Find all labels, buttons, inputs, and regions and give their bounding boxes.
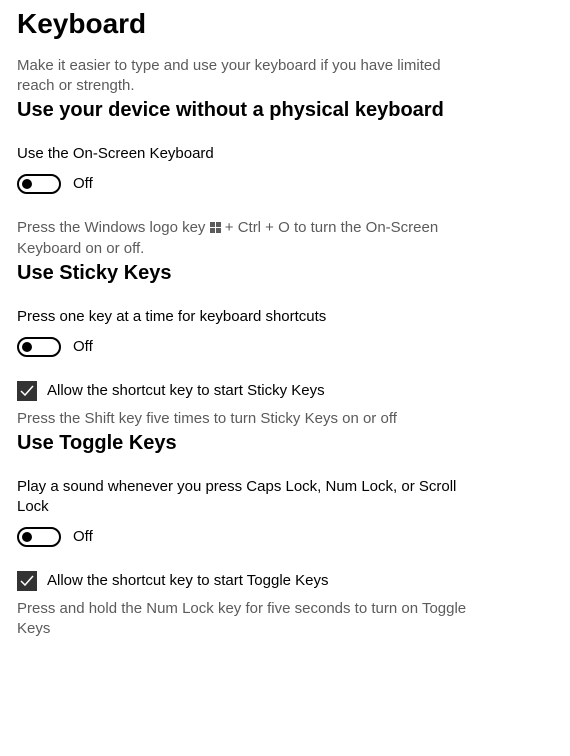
page-subtitle: Make it easier to type and use your keyb…: [17, 56, 457, 96]
toggle-keys-toggle-state: Off: [73, 527, 93, 547]
toggle-keys-shortcut-checkbox[interactable]: [17, 571, 37, 591]
toggle-knob-icon: [22, 342, 32, 352]
toggle-keys-label: Play a sound whenever you press Caps Loc…: [17, 477, 457, 517]
sticky-keys-shortcut-hint: Press the Shift key five times to turn S…: [17, 409, 497, 429]
section-toggle-keys-heading: Use Toggle Keys: [17, 429, 553, 457]
section-sticky-keys-heading: Use Sticky Keys: [17, 259, 553, 287]
hint-pre-text: Press the Windows logo key: [17, 219, 210, 236]
checkmark-icon: [17, 381, 37, 401]
sticky-keys-shortcut-checkbox[interactable]: [17, 381, 37, 401]
toggle-knob-icon: [22, 179, 32, 189]
sticky-keys-shortcut-checkbox-label: Allow the shortcut key to start Sticky K…: [47, 381, 325, 401]
toggle-keys-toggle[interactable]: [17, 527, 61, 547]
windows-logo-icon: [210, 219, 221, 239]
toggle-keys-shortcut-hint: Press and hold the Num Lock key for five…: [17, 599, 487, 639]
onscreen-keyboard-shortcut-hint: Press the Windows logo key + Ctrl + O to…: [17, 218, 497, 259]
onscreen-keyboard-toggle[interactable]: [17, 174, 61, 194]
onscreen-keyboard-label: Use the On-Screen Keyboard: [17, 144, 553, 164]
checkmark-icon: [17, 571, 37, 591]
sticky-keys-toggle[interactable]: [17, 337, 61, 357]
page-title: Keyboard: [17, 0, 553, 42]
toggle-keys-shortcut-checkbox-label: Allow the shortcut key to start Toggle K…: [47, 571, 329, 591]
toggle-knob-icon: [22, 532, 32, 542]
sticky-keys-toggle-state: Off: [73, 337, 93, 357]
sticky-keys-label: Press one key at a time for keyboard sho…: [17, 307, 553, 327]
section-no-physical-keyboard-heading: Use your device without a physical keybo…: [17, 96, 553, 124]
onscreen-keyboard-toggle-state: Off: [73, 174, 93, 194]
